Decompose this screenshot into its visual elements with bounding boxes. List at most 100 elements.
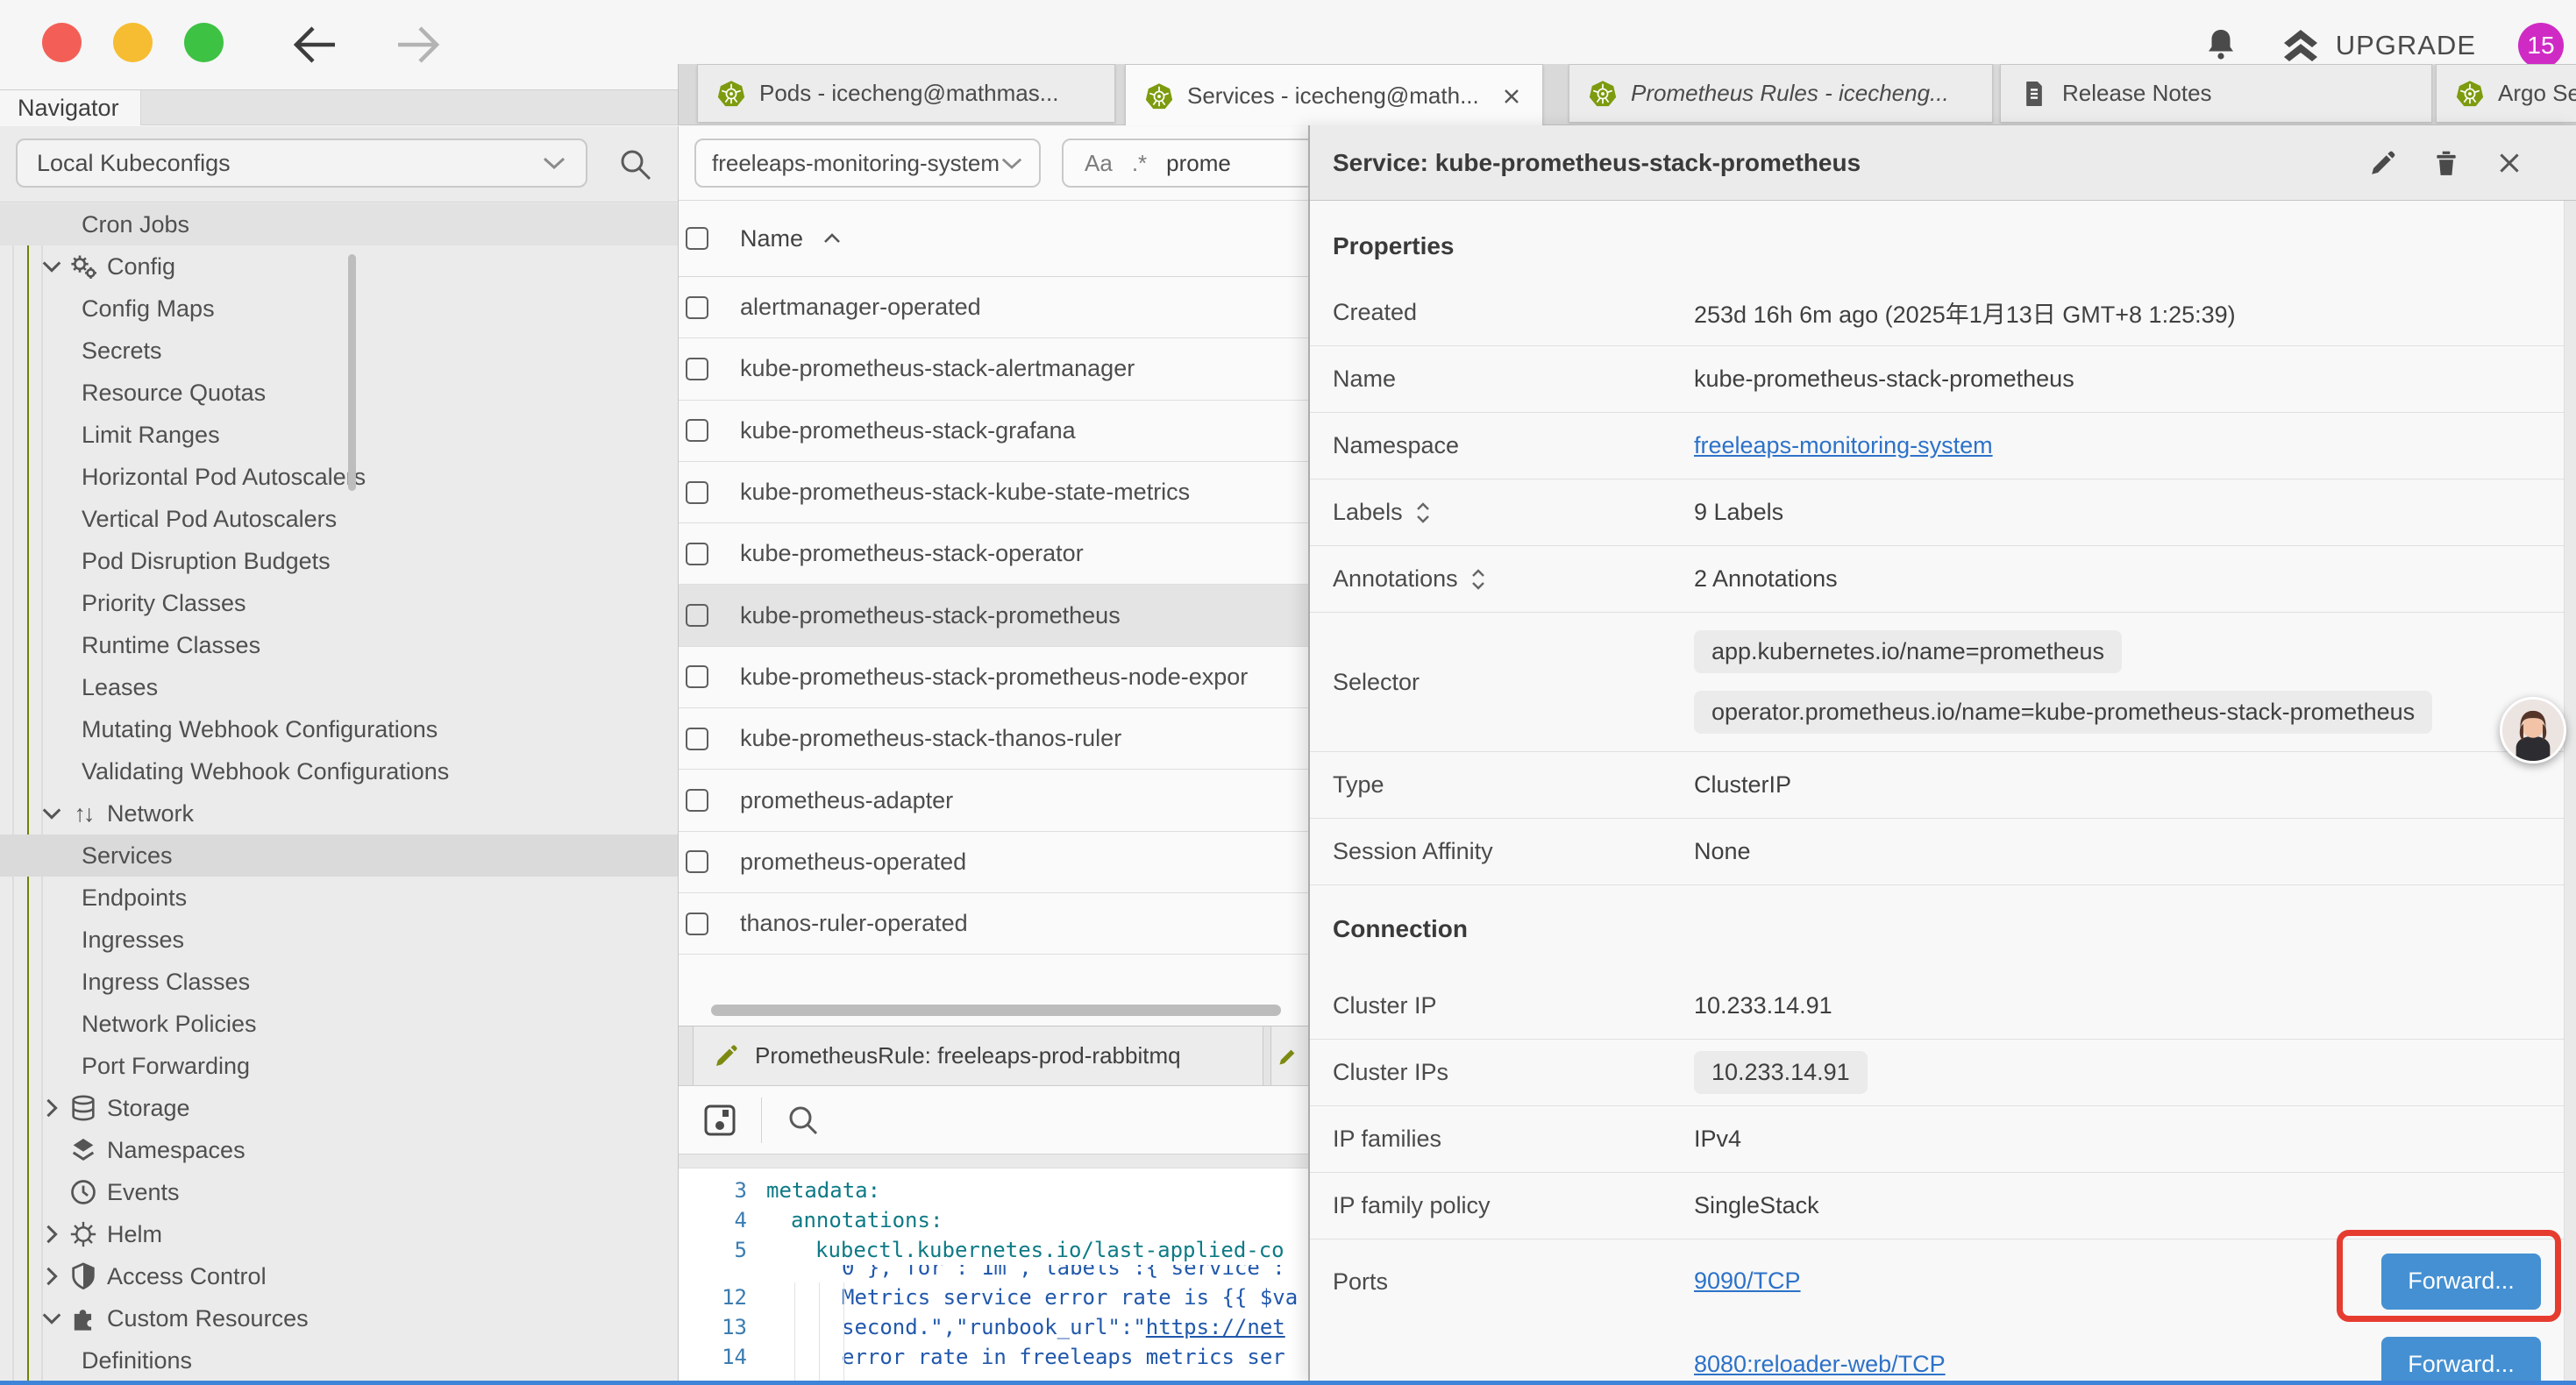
table-row[interactable]: thanos-ruler-operated [679, 893, 1308, 955]
sidebar-item-ingresses[interactable]: Ingresses [0, 919, 678, 961]
sidebar-item-horizontal-pod-autoscalers[interactable]: Horizontal Pod Autoscalers [0, 456, 678, 498]
close-panel-button[interactable] [2495, 149, 2523, 177]
row-checkbox[interactable] [686, 419, 708, 442]
upgrade-button[interactable]: UPGRADE [2281, 28, 2476, 63]
sidebar-scrollbar[interactable] [348, 254, 356, 491]
chevron-right-icon[interactable] [39, 1263, 65, 1289]
sidebar-item-config[interactable]: Config [0, 245, 678, 288]
row-checkbox[interactable] [686, 728, 708, 750]
doc-tab[interactable]: Services - icecheng@math... [1125, 64, 1543, 125]
chevron-down-icon[interactable] [39, 1305, 65, 1332]
namespace-link[interactable]: freeleaps-monitoring-system [1694, 432, 1993, 459]
sort-updown-icon[interactable] [1415, 501, 1431, 525]
chevron-down-icon[interactable] [39, 800, 65, 827]
table-row[interactable]: kube-prometheus-stack-operator [679, 523, 1308, 585]
sidebar-item-mutating-webhook-configurations[interactable]: Mutating Webhook Configurations [0, 708, 678, 750]
doc-tab[interactable]: Release Notes [2000, 64, 2432, 122]
sidebar-item-resource-quotas[interactable]: Resource Quotas [0, 372, 678, 414]
sidebar-item-storage[interactable]: Storage [0, 1087, 678, 1129]
row-checkbox[interactable] [686, 665, 708, 688]
row-checkbox[interactable] [686, 358, 708, 380]
row-checkbox[interactable] [686, 543, 708, 565]
name-column-header[interactable]: Name [740, 225, 803, 252]
forward-button[interactable] [391, 19, 444, 70]
notification-count-badge[interactable]: 15 [2518, 23, 2564, 68]
floating-avatar[interactable] [2500, 697, 2566, 764]
row-checkbox[interactable] [686, 296, 708, 319]
sidebar-item-endpoints[interactable]: Endpoints [0, 877, 678, 919]
doc-tab[interactable]: Prometheus Rules - icecheng... [1569, 64, 1993, 122]
chevron-down-icon[interactable] [39, 253, 65, 280]
sidebar-item-cron-jobs[interactable]: Cron Jobs [0, 203, 678, 245]
sidebar-item-leases[interactable]: Leases [0, 666, 678, 708]
editor-tab-prometheusrule[interactable]: PrometheusRule: freeleaps-prod-rabbitmq [693, 1026, 1263, 1085]
close-window-button[interactable] [42, 23, 82, 62]
sidebar-item-priority-classes[interactable]: Priority Classes [0, 582, 678, 624]
edit-service-button[interactable] [2369, 149, 2397, 177]
row-checkbox[interactable] [686, 604, 708, 627]
save-button[interactable] [701, 1102, 738, 1139]
sidebar-item-access-control[interactable]: Access Control [0, 1255, 678, 1297]
minimize-window-button[interactable] [113, 23, 153, 62]
sidebar-item-custom-resources[interactable]: Custom Resources [0, 1297, 678, 1339]
sidebar-item-secrets[interactable]: Secrets [0, 330, 678, 372]
forward-button[interactable]: Forward... [2381, 1254, 2541, 1310]
table-row[interactable]: kube-prometheus-stack-thanos-ruler [679, 708, 1308, 770]
sidebar-item-network-policies[interactable]: Network Policies [0, 1003, 678, 1045]
code-segment[interactable]: https://net [1146, 1315, 1285, 1339]
kubeconfig-selector[interactable]: Local Kubeconfigs [16, 138, 587, 188]
namespace-filter-select[interactable]: freeleaps-monitoring-system [694, 138, 1041, 188]
row-checkbox[interactable] [686, 481, 708, 504]
delete-service-button[interactable] [2432, 149, 2460, 177]
sidebar-item-runtime-classes[interactable]: Runtime Classes [0, 624, 678, 666]
match-case-toggle[interactable]: Aa [1085, 150, 1113, 177]
table-row[interactable]: kube-prometheus-stack-prometheus [679, 585, 1308, 646]
sidebar-item-port-forwarding[interactable]: Port Forwarding [0, 1045, 678, 1087]
chevron-right-icon[interactable] [39, 1095, 65, 1121]
sidebar-item-helm[interactable]: Helm [0, 1213, 678, 1255]
sidebar-item-limit-ranges[interactable]: Limit Ranges [0, 414, 678, 456]
sidebar-item-validating-webhook-configurations[interactable]: Validating Webhook Configurations [0, 750, 678, 792]
sidebar-item-network[interactable]: ↑↓Network [0, 792, 678, 835]
row-checkbox[interactable] [686, 913, 708, 935]
forward-button[interactable]: Forward... [2381, 1337, 2541, 1385]
editor-search-button[interactable] [785, 1102, 822, 1139]
table-row[interactable]: kube-prometheus-stack-kube-state-metrics [679, 462, 1308, 523]
sort-asc-icon[interactable] [822, 231, 842, 245]
sidebar-item-namespaces[interactable]: Namespaces [0, 1129, 678, 1171]
list-search-input[interactable]: Aa .* prome [1062, 138, 1308, 188]
navigator-tab[interactable]: Navigator [0, 90, 141, 125]
editor-tab-partial[interactable] [1270, 1026, 1308, 1085]
table-row[interactable]: prometheus-adapter [679, 770, 1308, 831]
sidebar-item-pod-disruption-budgets[interactable]: Pod Disruption Budgets [0, 540, 678, 582]
sidebar-item-config-maps[interactable]: Config Maps [0, 288, 678, 330]
sidebar-item-services[interactable]: Services [0, 835, 678, 877]
port-link[interactable]: 8080:reloader-web/TCP [1694, 1351, 1946, 1378]
table-row[interactable]: kube-prometheus-stack-alertmanager [679, 338, 1308, 400]
sidebar-search-icon[interactable] [616, 146, 653, 182]
close-tab-icon[interactable] [1500, 85, 1523, 108]
chevron-right-icon[interactable] [39, 1221, 65, 1247]
doc-tab[interactable]: Argo Se [2436, 64, 2576, 122]
table-row[interactable]: prometheus-operated [679, 832, 1308, 893]
sort-updown-icon[interactable] [1470, 567, 1486, 592]
editor-scroll-strip[interactable] [679, 1154, 1308, 1168]
port-link[interactable]: 9090/TCP [1694, 1268, 1801, 1295]
table-row[interactable]: kube-prometheus-stack-grafana [679, 401, 1308, 462]
row-checkbox[interactable] [686, 789, 708, 812]
back-button[interactable] [289, 19, 342, 70]
regex-toggle[interactable]: .* [1132, 150, 1147, 177]
maximize-window-button[interactable] [184, 23, 224, 62]
table-row[interactable]: alertmanager-operated [679, 277, 1308, 338]
list-horizontal-scrollbar[interactable] [711, 1005, 1281, 1016]
sidebar-item-definitions[interactable]: Definitions [0, 1339, 678, 1381]
row-checkbox[interactable] [686, 850, 708, 873]
yaml-editor[interactable]: 3metadata:4annotations:5kubectl.kubernet… [679, 1168, 1308, 1385]
sidebar-item-events[interactable]: Events [0, 1171, 678, 1213]
sidebar-item-vertical-pod-autoscalers[interactable]: Vertical Pod Autoscalers [0, 498, 678, 540]
doc-tab[interactable]: Pods - icecheng@mathmas... [697, 64, 1115, 122]
table-row[interactable]: kube-prometheus-stack-prometheus-node-ex… [679, 647, 1308, 708]
select-all-checkbox[interactable] [686, 227, 708, 250]
notifications-bell-icon[interactable] [2202, 26, 2239, 65]
sidebar-item-ingress-classes[interactable]: Ingress Classes [0, 961, 678, 1003]
